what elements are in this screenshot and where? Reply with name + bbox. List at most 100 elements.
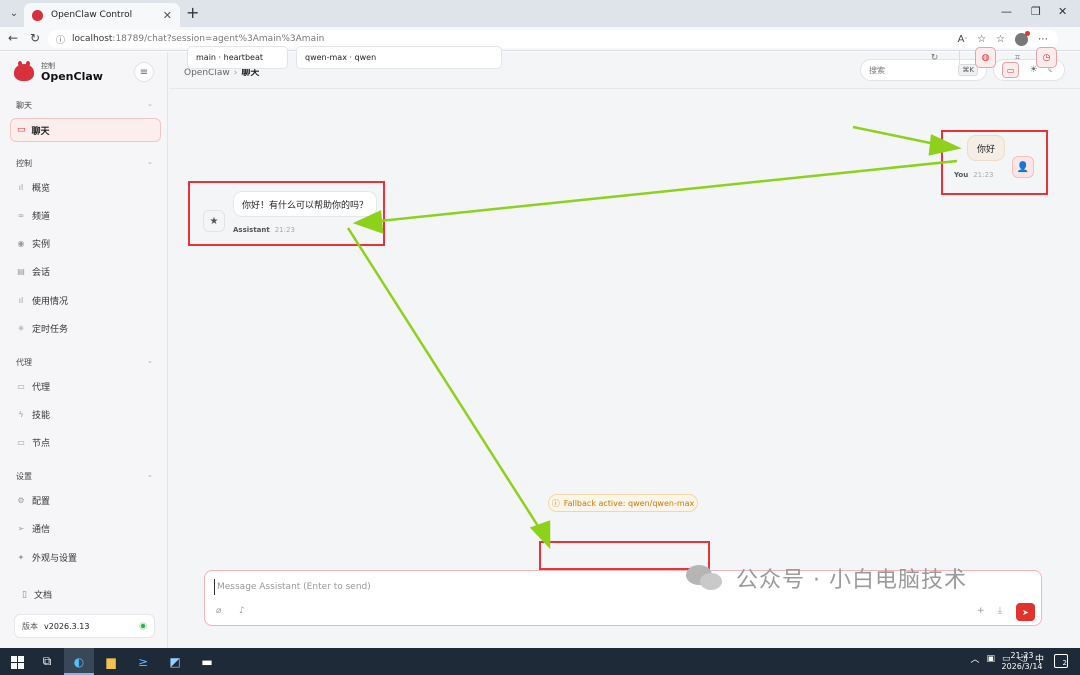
sidebar-item-cron-jobs[interactable]: ✳ 定时任务 [16,319,156,337]
send-button[interactable]: ➤ [1016,603,1035,621]
address-bar-tools: Aᐧ ☆ ☆ ⋯ [958,30,1048,48]
sidebar-item-chat[interactable]: ▭ 聊天 [10,118,161,142]
sidebar-item-nodes[interactable]: ▭ 节点 [16,433,156,451]
terminal-icon[interactable]: ▬ [198,653,216,670]
version-badge: 版本 v2026.3.13 [14,614,155,638]
chevron-down-icon[interactable]: ⌄ [147,158,153,166]
sidebar-collapse-menu-icon[interactable]: ≡ [134,62,154,82]
history-clock-icon[interactable]: ◷ [1036,47,1057,68]
brand: 控制 OpenClaw [14,61,103,83]
clock-time: 21:23 [1010,651,1034,660]
sidebar-item-agents[interactable]: ▭ 代理 [16,377,156,395]
task-view-icon[interactable]: ⧉ [40,653,54,670]
sidebar-item-skills[interactable]: ϟ 技能 [16,405,156,423]
section-label-control[interactable]: 控制 [16,158,32,169]
new-session-plus-icon[interactable]: + [977,606,985,616]
more-menu-icon[interactable]: ⋯ [1038,34,1048,45]
annotation-box-user-message [941,130,1048,195]
openclaw-favicon-icon [32,9,43,21]
new-tab-plus-icon[interactable]: + [186,3,199,22]
windows-taskbar: ⧉ ◐ ▆ ≥ ◩ ▬ ︿ ▣ ▭ ◁) 中 21:23 2026/3/14 2 [0,648,1080,675]
lightning-icon: ϟ [18,409,24,419]
sidebar-item-usage[interactable]: ıl 使用情况 [16,291,156,309]
sidebar-item-channels[interactable]: ∞ 频道 [16,206,156,224]
back-arrow-icon[interactable]: ← [8,31,18,45]
browser-titlebar: ⌄ OpenClaw Control ✕ + — ❐ ✕ [0,0,1080,27]
tab-actions-chevron-icon[interactable]: ⌄ [5,5,23,22]
sidebar-item-instances[interactable]: ◉ 实例 [16,234,156,252]
file-explorer-icon[interactable]: ▆ [102,653,120,670]
notepad-icon[interactable]: ◩ [166,653,184,670]
section-label-chat[interactable]: 聊天 [16,100,32,111]
thinking-toggle-brain-icon[interactable]: ◍ [975,47,996,68]
breadcrumb-root[interactable]: OpenClaw [184,68,230,78]
taskbar-clock[interactable]: 21:23 2026/3/14 [1001,650,1043,672]
windows-start-icon[interactable] [10,655,24,669]
profile-avatar[interactable] [1015,30,1030,46]
folder-icon: ▭ [17,381,25,391]
book-icon: ▯ [22,589,27,600]
sparkle-icon: ✦ [17,552,25,562]
version-value: v2026.3.13 [44,621,90,631]
reload-icon[interactable]: ↻ [30,31,40,45]
toolbar-divider [959,51,960,64]
minimize-icon[interactable]: — [1001,5,1012,18]
focus-mode-icon[interactable]: ⌗ [1007,47,1028,68]
document-icon: ▤ [17,266,25,276]
brand-name: OpenClaw [41,70,103,83]
info-icon: ⓘ [551,498,560,508]
bar-chart-icon: ıl [18,295,24,305]
search-placeholder: 搜索 [869,65,885,75]
download-export-icon[interactable]: ⤓ [998,606,1002,616]
attach-paperclip-icon[interactable]: ⌀ [216,606,221,616]
tray-app-icon[interactable]: ▣ [987,654,996,664]
sidebar-item-overview[interactable]: ıl 概览 [16,178,156,196]
notification-center-icon[interactable]: 2 [1054,654,1068,668]
annotation-box-assistant-message [188,181,385,246]
browser-toolbar: ← ↻ ⓘ localhost:18789/chat?session=agent… [0,27,1080,51]
chevron-down-icon[interactable]: ⌄ [147,471,153,479]
sidebar-item-sessions[interactable]: ▤ 会话 [16,262,156,280]
session-select[interactable]: main · heartbeat [187,46,288,69]
browser-tab[interactable]: OpenClaw Control ✕ [24,3,180,27]
close-window-icon[interactable]: ✕ [1058,5,1067,18]
section-label-agents[interactable]: 代理 [16,357,32,368]
breadcrumb-current: 聊天 [241,68,260,78]
sidebar-item-config[interactable]: ⚙ 配置 [16,491,156,509]
edge-browser-icon[interactable]: ◐ [70,653,88,670]
tray-expand-chevron-icon[interactable]: ︿ [971,652,980,665]
annotation-box-fallback [539,541,710,570]
tab-title: OpenClaw Control [51,10,133,20]
chat-icon: ▭ [17,125,26,135]
collections-icon[interactable]: ☆ [996,34,1005,45]
chevron-down-icon[interactable]: ⌄ [147,100,153,108]
gear-icon: ⚙ [17,495,25,505]
theme-light-sun-icon[interactable]: ☀ [1029,65,1037,75]
send-icon: ➢ [17,523,25,533]
sidebar-item-communication[interactable]: ➢ 通信 [16,519,156,537]
bar-chart-icon: ıl [18,182,24,192]
site-info-icon[interactable]: ⓘ [56,33,65,46]
version-label: 版本 [22,621,38,631]
breadcrumb-separator-icon: › [233,68,238,78]
url-text: localhost:18789/chat?session=agent%3Amai… [72,34,325,44]
sidebar-item-appearance[interactable]: ✦ 外观与设置 [16,548,156,566]
read-aloud-icon[interactable]: Aᐧ [958,34,967,45]
powershell-icon[interactable]: ≥ [134,653,152,670]
section-label-settings[interactable]: 设置 [16,471,32,482]
fallback-notice: ⓘ Fallback active: qwen/qwen-max [548,494,698,512]
tab-close-icon[interactable]: ✕ [163,9,172,22]
wechat-logo-icon [686,563,726,593]
microphone-icon[interactable]: ♪ [239,606,245,616]
sidebar-item-docs[interactable]: ▯ 文档 [22,588,52,602]
model-select[interactable]: qwen-max · qwen [296,46,502,69]
monitor-icon: ▭ [17,437,25,447]
favorite-star-icon[interactable]: ☆ [977,34,986,45]
sidebar: 控制 OpenClaw ≡ 聊天 ⌄ ▭ 聊天 控制 ⌄ ıl 概览 ∞ 频道 ◉ 实… [0,52,168,648]
link-icon: ∞ [17,210,25,220]
refresh-icon[interactable]: ↻ [924,47,945,68]
chevron-down-icon[interactable]: ⌄ [147,357,153,365]
clock-date: 2026/3/14 [1001,662,1043,671]
spinner-icon: ✳ [17,323,25,333]
restore-icon[interactable]: ❐ [1031,5,1041,18]
